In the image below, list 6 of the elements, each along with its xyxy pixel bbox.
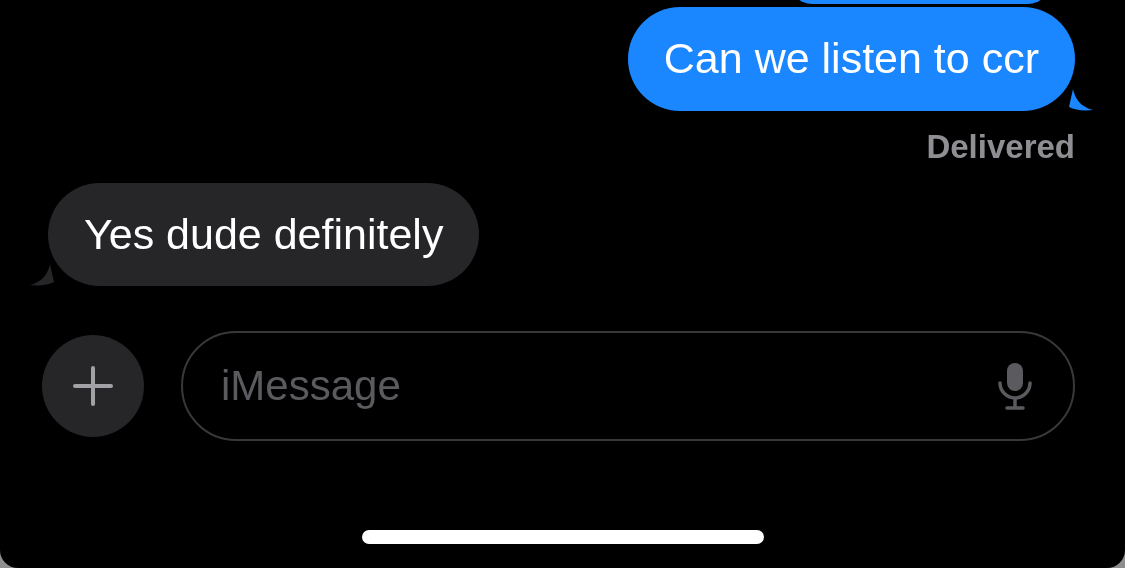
plus-icon	[73, 366, 113, 407]
message-field[interactable]: iMessage	[181, 331, 1075, 442]
microphone-icon[interactable]	[997, 361, 1033, 412]
bubble-tail	[1069, 88, 1093, 111]
delivery-status: Delivered	[925, 130, 1076, 163]
bubble-tail	[30, 264, 54, 287]
